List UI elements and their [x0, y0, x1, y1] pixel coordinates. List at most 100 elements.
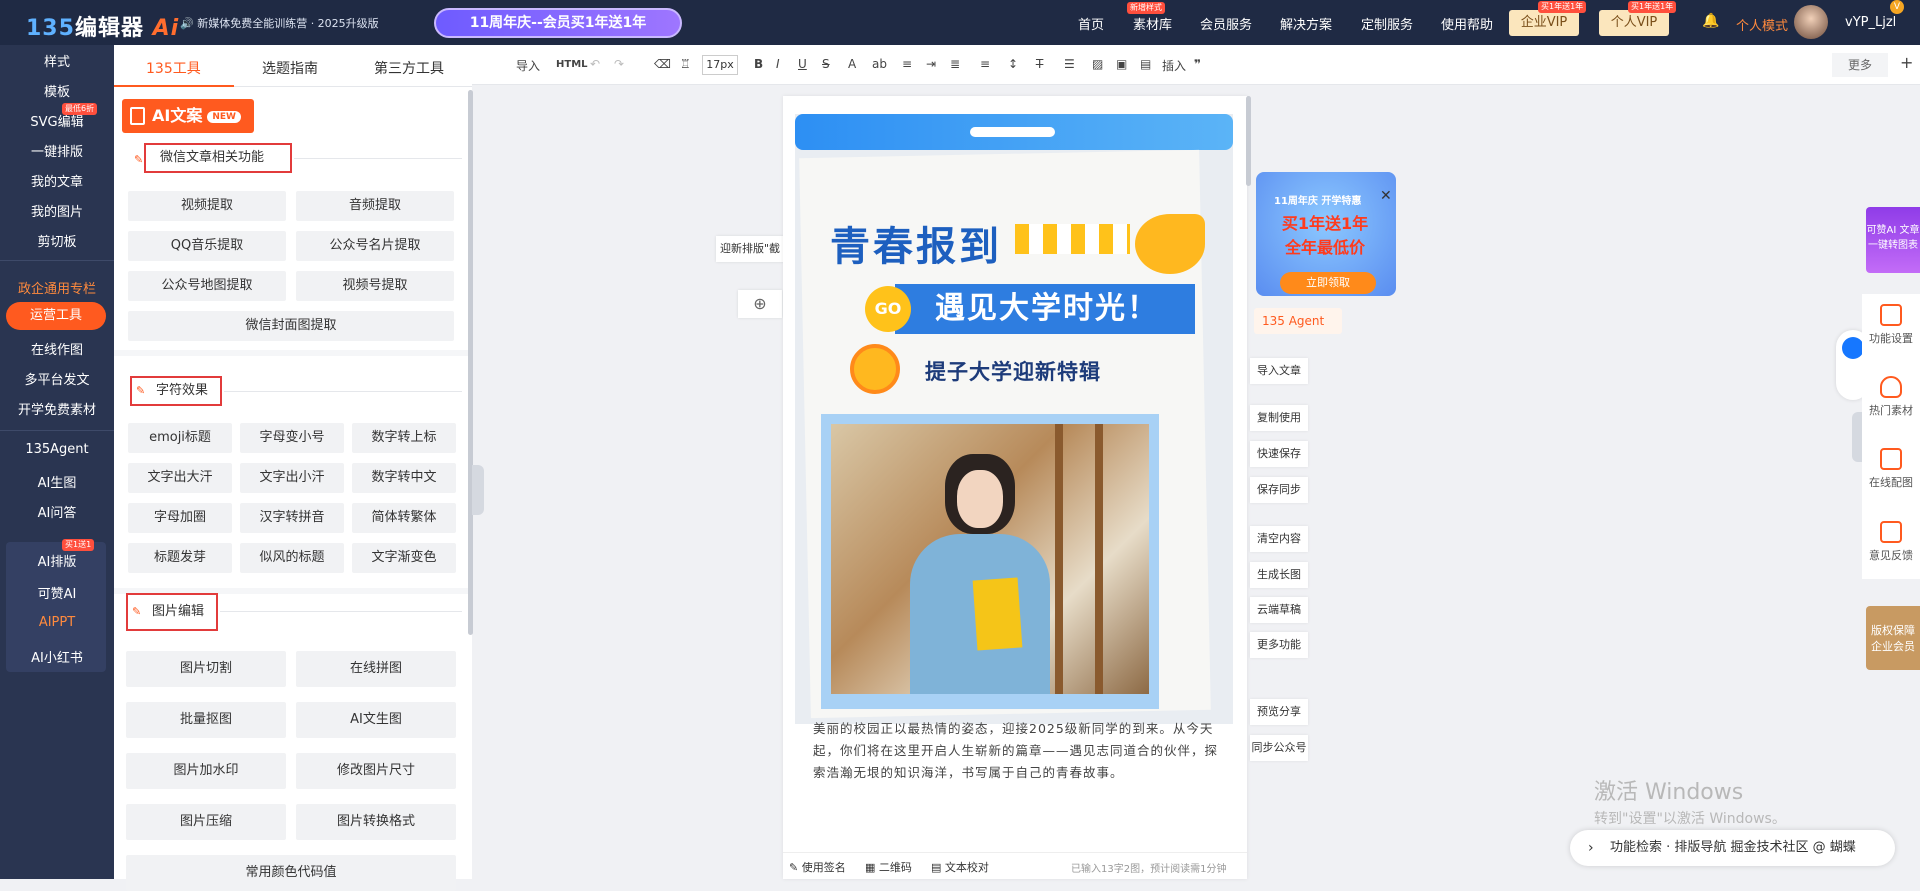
insert-button[interactable]: 插入 — [1162, 57, 1186, 74]
nav-help[interactable]: 使用帮助 — [1441, 14, 1493, 33]
tool-watermark[interactable]: 图片加水印 — [126, 753, 286, 789]
tool-gradient-text[interactable]: 文字渐变色 — [352, 543, 456, 573]
leftnav-styles[interactable]: 样式 — [0, 51, 114, 70]
html-button[interactable]: HTML — [556, 59, 588, 70]
menu-cloud-draft[interactable]: 云端草稿 — [1250, 597, 1308, 623]
tool-color-codes[interactable]: 常用颜色代码值 — [126, 855, 456, 891]
chevron-right-icon[interactable]: › — [1588, 830, 1594, 866]
promo-text[interactable]: 🔊 新媒体免费全能训练营 · 2025升级版 — [180, 15, 379, 31]
tool-mp-map-extract[interactable]: 公众号地图提取 — [128, 271, 286, 301]
menu-clear[interactable]: 清空内容 — [1250, 526, 1308, 552]
kezan-ai-promo[interactable]: 可赞AI 文章一键转图表 — [1866, 207, 1920, 273]
tool-channels-extract[interactable]: 视频号提取 — [296, 271, 454, 301]
underline-icon[interactable]: U — [798, 57, 807, 71]
bottom-search-bar[interactable]: › 功能检索 · 排版导航 掘金技术社区 @ 蝴蝶 — [1570, 830, 1895, 866]
tool-sprout-title[interactable]: 标题发芽 — [128, 543, 232, 573]
italic-icon[interactable]: I — [776, 57, 780, 71]
tool-resize-image[interactable]: 修改图片尺寸 — [296, 753, 456, 789]
tool-emoji-title[interactable]: emoji标题 — [128, 423, 232, 453]
nav-custom[interactable]: 定制服务 — [1361, 14, 1413, 33]
undo-icon[interactable]: ↶ — [590, 57, 600, 71]
add-icon[interactable]: + — [1900, 53, 1913, 72]
nav-materials[interactable]: 素材库 — [1133, 14, 1172, 33]
document-page[interactable]: 青春报到 遇见大学时光！ GO 提子大学迎新特辑 美丽的校园正以最热情的姿态，迎… — [783, 96, 1247, 879]
tool-cover-extract[interactable]: 微信封面图提取 — [128, 311, 454, 341]
chat-icon[interactable] — [1842, 337, 1864, 359]
eraser-icon[interactable]: ⌫ — [654, 57, 671, 71]
leftnav-my-images[interactable]: 我的图片 — [0, 201, 114, 220]
tool-circled-letters[interactable]: 字母加圈 — [128, 503, 232, 533]
font-color-icon[interactable]: A — [848, 57, 856, 71]
sidebar-online-image[interactable]: 在线配图 — [1862, 448, 1920, 490]
qrcode-button[interactable]: ▦ 二维码 — [865, 859, 912, 875]
enterprise-vip-button[interactable]: 企业VIP — [1509, 10, 1579, 36]
redo-icon[interactable]: ↷ — [614, 57, 624, 71]
tool-convert-format[interactable]: 图片转换格式 — [296, 804, 456, 840]
font-size-select[interactable]: 17px — [702, 55, 738, 75]
proofread-button[interactable]: ▤ 文本校对 — [931, 859, 989, 875]
quote-icon[interactable]: ❞ — [1194, 57, 1201, 71]
enterprise-promo[interactable]: 版权保障 企业会员 — [1866, 606, 1920, 670]
format-painter-icon[interactable]: ♖ — [680, 57, 691, 71]
import-button[interactable]: 导入 — [516, 57, 540, 74]
tab-135-tools[interactable]: 135工具 — [146, 58, 201, 78]
tool-image-cut[interactable]: 图片切割 — [126, 651, 286, 687]
nav-membership[interactable]: 会员服务 — [1200, 14, 1252, 33]
leftnav-ops-tools[interactable]: 运营工具 — [6, 302, 106, 330]
line-height-icon[interactable]: ↕ — [1008, 57, 1018, 71]
tool-video-extract[interactable]: 视频提取 — [128, 191, 286, 221]
menu-quick-save[interactable]: 快速保存 — [1250, 441, 1308, 467]
tool-num-to-chinese[interactable]: 数字转中文 — [352, 463, 456, 493]
sidebar-settings[interactable]: 功能设置 — [1862, 304, 1920, 346]
strikethrough-icon[interactable]: S — [822, 57, 830, 71]
panel-scrollbar[interactable] — [468, 90, 473, 635]
leftnav-ai-xiaohongshu[interactable]: AI小红书 — [0, 647, 114, 666]
leftnav-online-drawing[interactable]: 在线作图 — [0, 339, 114, 358]
bold-icon[interactable]: B — [754, 57, 763, 71]
logo[interactable]: 135编辑器 Ai — [26, 10, 179, 42]
gallery-icon[interactable]: ▤ — [1140, 57, 1151, 71]
tool-small-letters[interactable]: 字母变小号 — [240, 423, 344, 453]
mode-switch[interactable]: 个人模式 — [1736, 15, 1788, 34]
leftnav-clipboard[interactable]: 剪切板 — [0, 231, 114, 250]
more-button[interactable]: 更多 — [1832, 53, 1888, 77]
nav-home[interactable]: 首页 — [1078, 14, 1104, 33]
signature-button[interactable]: ✎ 使用签名 — [789, 859, 846, 875]
menu-import-article[interactable]: 导入文章 — [1250, 358, 1308, 384]
ad-close-icon[interactable]: ✕ — [1380, 188, 1392, 204]
leftnav-my-articles[interactable]: 我的文章 — [0, 171, 114, 190]
leftnav-ai-qa[interactable]: AI问答 — [0, 502, 114, 521]
list-icon[interactable]: ☰ — [1064, 57, 1075, 71]
menu-preview-share[interactable]: 预览分享 — [1250, 699, 1308, 725]
menu-copy[interactable]: 复制使用 — [1250, 405, 1308, 431]
tab-third-party[interactable]: 第三方工具 — [374, 58, 444, 78]
tool-mp-card-extract[interactable]: 公众号名片提取 — [296, 231, 454, 261]
leftnav-school-materials[interactable]: 开学免费素材 — [0, 399, 114, 418]
tool-traditional[interactable]: 简体转繁体 — [352, 503, 456, 533]
tool-compress-image[interactable]: 图片压缩 — [126, 804, 286, 840]
nav-solutions[interactable]: 解决方案 — [1280, 14, 1332, 33]
leftnav-ai-layout[interactable]: AI排版 — [0, 551, 114, 570]
article-paragraph[interactable]: 美丽的校园正以最热情的姿态，迎接2025级新同学的到来。从今天起，你们将在这里开… — [813, 718, 1223, 784]
paragraph-spacing-icon[interactable]: ≣ — [950, 57, 960, 71]
anniversary-banner[interactable]: 11周年庆--会员买1年送1年 — [434, 8, 682, 38]
avatar[interactable] — [1794, 5, 1828, 39]
ai-copywriting-button[interactable]: AI文案 NEW — [122, 99, 254, 133]
tool-batch-matting[interactable]: 批量抠图 — [126, 702, 286, 738]
bell-icon[interactable]: 🔔 — [1702, 13, 1719, 29]
leftnav-gov-column[interactable]: 政企通用专栏 — [0, 278, 114, 297]
tab-topic-guide[interactable]: 选题指南 — [262, 58, 318, 78]
sidebar-collapse-handle[interactable] — [1852, 412, 1862, 462]
tool-big-sweat[interactable]: 文字出大汗 — [128, 463, 232, 493]
leftnav-svg-editor[interactable]: SVG编辑 — [0, 111, 114, 130]
menu-more[interactable]: 更多功能 — [1250, 632, 1308, 658]
image-icon[interactable]: ▣ — [1116, 57, 1127, 71]
border-icon[interactable]: ▨ — [1092, 57, 1103, 71]
leftnav-multi-platform[interactable]: 多平台发文 — [0, 369, 114, 388]
menu-sync-mp[interactable]: 同步公众号 — [1250, 735, 1308, 761]
layout-name-label[interactable]: 迎新排版"截 — [716, 236, 784, 262]
leftnav-kezan-ai[interactable]: 可赞AI — [0, 583, 114, 602]
panel-collapse-handle[interactable] — [472, 465, 484, 515]
menu-long-image[interactable]: 生成长图 — [1250, 562, 1308, 588]
clear-format-icon[interactable]: T̶ — [1036, 57, 1043, 71]
